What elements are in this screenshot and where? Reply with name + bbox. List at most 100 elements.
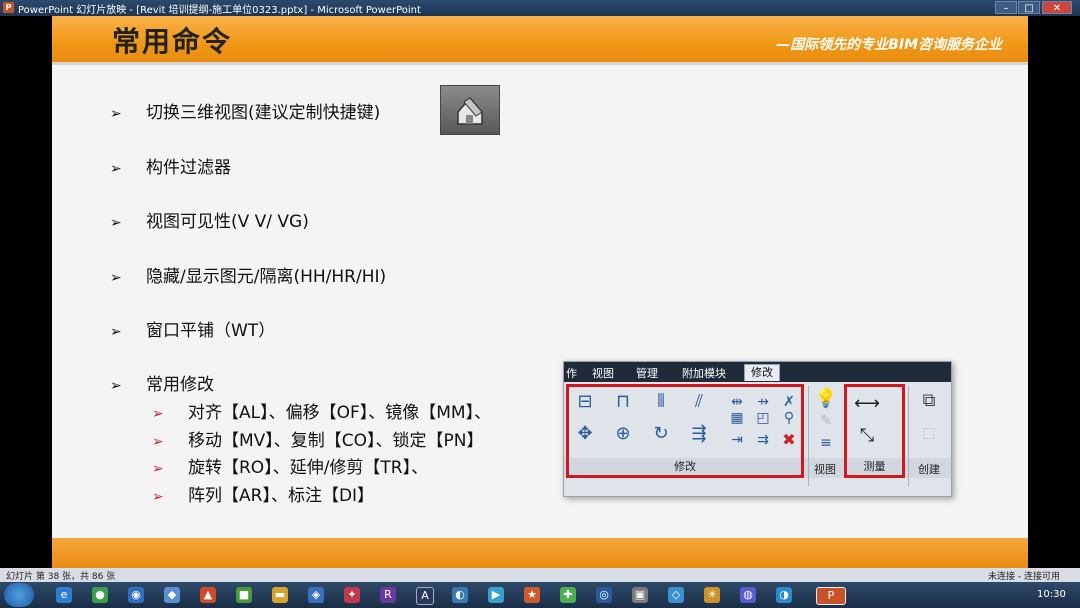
minimize-button[interactable]: – [995,1,1017,14]
ribbon-tab-bar: 作 视图 管理 附加模块 修改 [564,362,951,382]
ribbon-tab: 作 [566,367,577,380]
slide-footer-band [52,538,1028,568]
ribbon-tab-manage: 管理 [636,367,658,380]
taskbar: e ● ◉ ◆ ▲ ■ ▬ ◈ ✦ R A ◐ ▶ ★ ✚ ◎ ▣ ◇ ☀ ◍ … [0,582,1080,608]
bullet-arrow-icon: ➢ [110,270,122,286]
ie-icon[interactable]: e [56,587,72,603]
bullet-item: ➢ 窗口平铺（WT） [110,316,275,341]
bullet-item: ➢ 视图可见性(V V/ VG) [110,207,309,232]
copy-icon: ⊕ [615,423,631,444]
move-icon: ✥ [577,423,593,444]
red-arrow-icon: ➢ [152,461,164,477]
sub-bullet-item: ➢ 移动【MV】、复制【CO】、锁定【PN】 [152,426,484,451]
maximize-button[interactable]: □ [1018,1,1040,14]
bullet-arrow-icon: ➢ [110,161,122,177]
revit-ribbon-screenshot: 作 视图 管理 附加模块 修改 ⊟ ⊓ ⫴ ⫽ ⇹ ⇸ ✗ ✥ ⊕ ↻ ⇶ ▦ … [563,361,952,497]
bullet-text: 窗口平铺（WT） [146,321,276,341]
split-icon: ⫽ [694,391,704,412]
bullet-text: 常用修改 [146,375,214,395]
red-arrow-icon: ➢ [152,406,164,422]
app-icon[interactable]: ◇ [668,587,684,603]
app-icon[interactable]: ◈ [308,587,324,603]
status-bar: 幻灯片 第 38 张，共 86 张 未连接 - 连接可用 [0,568,1080,582]
network-status[interactable]: 未连接 - 连接可用 [988,569,1060,582]
view-group-label: 视图 [814,463,836,476]
red-arrow-icon: ➢ [152,434,164,450]
mirror-icon: ⫴ [657,391,665,412]
app-icon[interactable]: ■ [236,587,252,603]
modify-group-highlight: ⊟ ⊓ ⫴ ⫽ ⇹ ⇸ ✗ ✥ ⊕ ↻ ⇶ ▦ ◰ ⚲ ⇥ ⇉ ✖ 修改 [566,384,804,478]
bullet-item: ➢ 切换三维视图(建议定制快捷键) [110,98,380,123]
bullet-arrow-icon: ➢ [110,215,122,231]
bullet-arrow-icon: ➢ [110,106,122,122]
app-icon[interactable]: ★ [524,587,540,603]
measure-group-highlight: ⟷ ⤡ 测量 [844,384,905,478]
app-icon[interactable]: ☀ [704,587,720,603]
bullet-text: 视图可见性(V V/ VG) [146,212,309,232]
bullet-item: ➢ 常用修改 [110,370,214,395]
offset-icon: ⊓ [615,391,631,412]
sub-bullet-text: 旋转【RO】、延伸/修剪【TR】、 [188,458,429,478]
extend-multiple-icon: ⇉ [757,432,769,448]
slide-title: 常用命令 [112,25,233,58]
bullet-arrow-icon: ➢ [110,378,122,394]
app-icon[interactable]: ◑ [776,587,792,603]
create-group-icon: ⬚ [922,425,936,441]
app-icon[interactable]: ✚ [560,587,576,603]
slide-counter: 幻灯片 第 38 张，共 86 张 [6,572,116,582]
revit-icon[interactable]: A [416,587,434,605]
folder-icon[interactable]: ▬ [272,587,288,603]
sub-bullet-text: 阵列【AR】、标注【DI】 [188,486,375,506]
app-icon[interactable]: ▶ [488,587,504,603]
sub-bullet-text: 对齐【AL】、偏移【OF】、镜像【MM】、 [188,403,492,423]
bullet-item: ➢ 隐藏/显示图元/隔离(HH/HR/HI) [110,262,386,287]
slide-slogan: —国际领先的专业BIM咨询服务企业 [776,37,1002,53]
create-group: ⧉ ⬚ 创建 [909,384,949,478]
3d-view-house-icon [440,85,500,135]
bullet-arrow-icon: ➢ [110,324,122,340]
view-group: 💡 ✎ ≡ 视图 [808,384,842,478]
app-icon[interactable]: ✦ [344,587,360,603]
start-button[interactable] [4,583,34,607]
linework-icon: ≡ [820,435,832,451]
powerpoint-taskbar-icon[interactable]: P [816,587,846,605]
ribbon-tab-modify: 修改 [744,364,780,381]
extend-icon: ⇶ [691,423,707,444]
measure-between-icon: ⟷ [854,393,880,414]
split-gap-icon: ⇥ [731,432,743,448]
rotate-icon: ↻ [653,423,669,444]
align-icon: ⊟ [577,391,593,412]
clock[interactable]: 10:30 [1037,589,1066,600]
measure-group-label: 测量 [863,460,886,473]
app-icon[interactable]: R [380,587,396,603]
sub-bullet-item: ➢ 对齐【AL】、偏移【OF】、镜像【MM】、 [152,398,491,423]
bullet-item: ➢ 构件过滤器 [110,153,231,178]
window-titlebar: P PowerPoint 幻灯片放映 - [Revit 培训提纲-施工单位032… [0,0,1080,16]
app-icon[interactable]: ◆ [164,587,180,603]
ribbon-tab-addins: 附加模块 [682,367,726,380]
app-icon[interactable]: ◍ [740,587,756,603]
sub-bullet-item: ➢ 阵列【AR】、标注【DI】 [152,481,374,506]
delete-icon: ✖ [782,430,796,449]
app-icon[interactable]: ● [92,587,108,603]
create-group-label: 创建 [918,463,940,476]
modify-group-label: 修改 [674,460,696,473]
app-icon[interactable]: ▲ [200,587,216,603]
app-icon[interactable]: ◉ [128,587,144,603]
red-arrow-icon: ➢ [152,489,164,505]
sub-bullet-text: 移动【MV】、复制【CO】、锁定【PN】 [188,431,484,451]
ribbon-tab-view: 视图 [592,367,614,380]
powerpoint-icon: P [3,2,14,13]
aligned-dimension-icon: ⤡ [859,425,875,446]
window-title: PowerPoint 幻灯片放映 - [Revit 培训提纲-施工单位0323.… [18,5,421,16]
create-part-icon: ⧉ [922,390,936,411]
app-icon[interactable]: ◐ [452,587,468,603]
app-icon[interactable]: ◎ [596,587,612,603]
bullet-text: 构件过滤器 [146,158,231,178]
app-icon[interactable]: ▣ [632,587,648,603]
close-button[interactable]: ✕ [1042,1,1072,14]
bullet-text: 切换三维视图(建议定制快捷键) [146,103,381,123]
sub-bullet-item: ➢ 旋转【RO】、延伸/修剪【TR】、 [152,453,428,478]
bullet-text: 隐藏/显示图元/隔离(HH/HR/HI) [146,267,387,287]
slide-canvas: 常用命令 —国际领先的专业BIM咨询服务企业 ➢ 切换三维视图(建议定制快捷键) … [52,16,1028,568]
